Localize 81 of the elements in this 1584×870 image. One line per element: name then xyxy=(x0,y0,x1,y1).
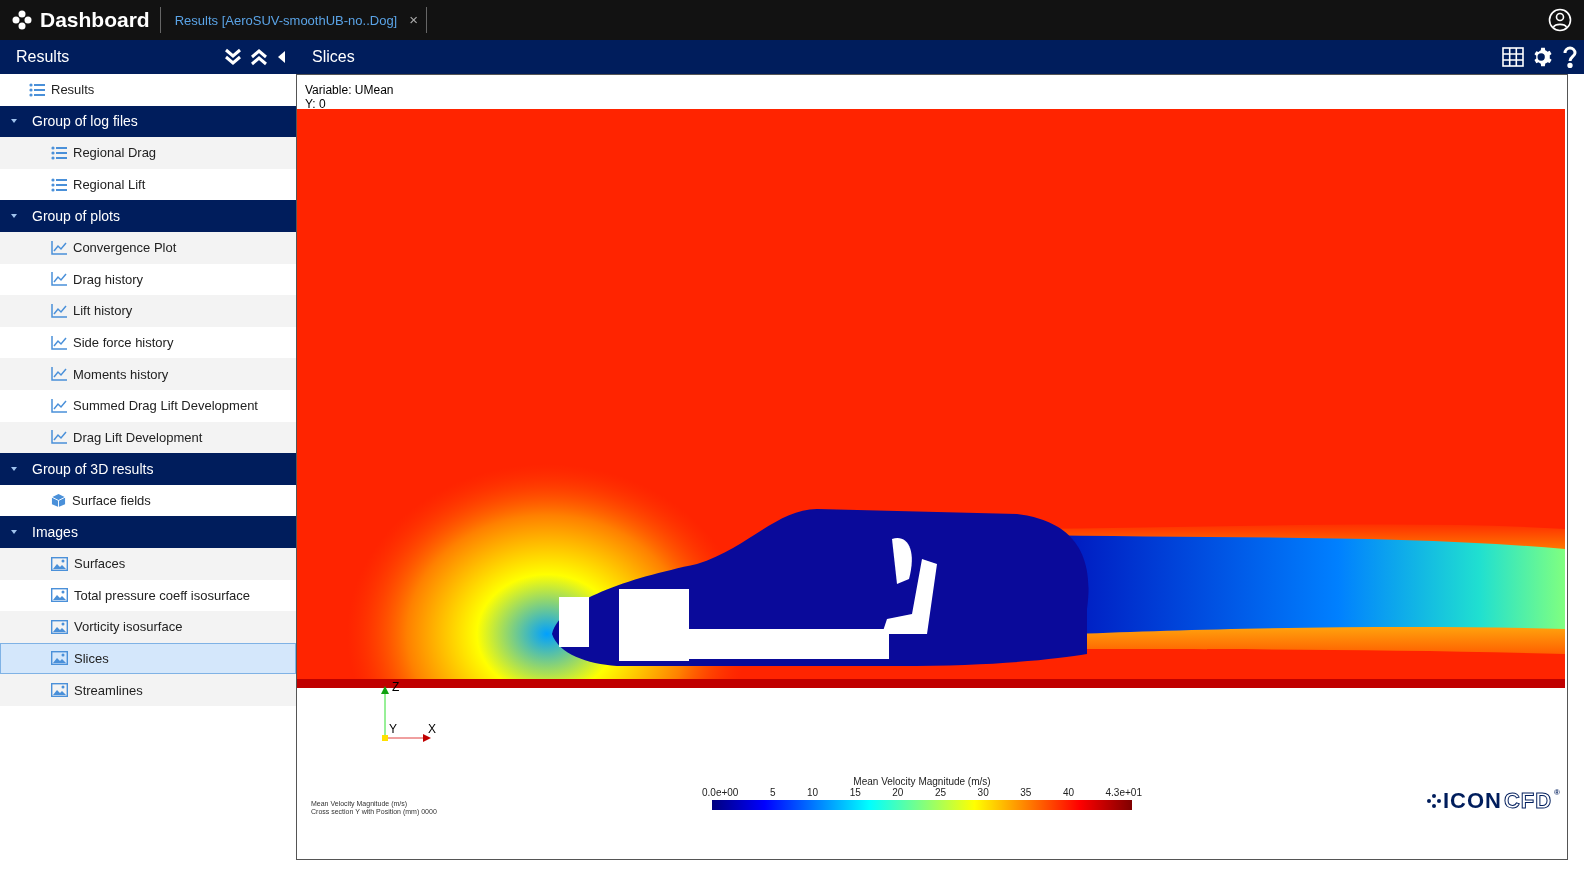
logo-text: ICON xyxy=(1442,788,1502,814)
settings-button[interactable] xyxy=(1532,46,1554,68)
item-label: Convergence Plot xyxy=(73,240,177,256)
cube-icon xyxy=(51,493,66,508)
group-label: Group of log files xyxy=(32,113,138,130)
image-icon xyxy=(51,556,68,571)
item-label: Slices xyxy=(74,651,109,666)
line-chart-icon xyxy=(51,430,67,445)
tree-item[interactable]: Streamlines xyxy=(0,674,296,706)
colorbar-tick-label: 10 xyxy=(807,787,819,798)
image-icon xyxy=(51,588,68,603)
logo-text: CFD xyxy=(1503,788,1553,814)
table-button[interactable] xyxy=(1502,47,1524,67)
tree-item[interactable]: Lift history xyxy=(0,295,296,327)
colorbar-tick-label: 35 xyxy=(1020,787,1032,798)
group-label: Images xyxy=(32,524,78,541)
line-chart-icon xyxy=(51,335,67,350)
item-label: Side force history xyxy=(73,335,174,351)
logo-icon xyxy=(1426,794,1441,808)
tree-item[interactable]: Regional Drag xyxy=(0,137,296,169)
expand-all-button[interactable] xyxy=(223,47,243,67)
user-account-button[interactable] xyxy=(1548,8,1572,32)
tree-item[interactable]: Drag Lift Development xyxy=(0,421,296,454)
group-header[interactable]: Images xyxy=(0,516,296,548)
item-label: Total pressure coeff isosurface xyxy=(74,587,251,603)
colorbar-tick-label: 25 xyxy=(934,787,947,798)
tree-item[interactable]: Surfaces xyxy=(0,547,296,580)
item-label: Regional Drag xyxy=(73,145,157,161)
image-icon xyxy=(51,651,68,666)
tree-item[interactable]: Convergence Plot xyxy=(0,231,296,264)
item-label: Regional Lift xyxy=(73,177,146,193)
line-chart-icon xyxy=(51,398,67,413)
group-header[interactable]: Group of log files xyxy=(0,105,296,138)
item-label: Moments history xyxy=(73,366,169,382)
list-icon xyxy=(51,146,67,160)
item-label: Surfaces xyxy=(74,556,126,572)
variable-label: Variable: UMean xyxy=(305,83,395,97)
axis-label: X xyxy=(428,722,436,736)
logo-icon xyxy=(12,10,32,30)
results-tab[interactable]: Results [AeroSUV-smoothUB-no..Dog] xyxy=(174,12,398,28)
item-label: Drag Lift Development xyxy=(73,429,203,445)
panel-title: Results xyxy=(16,48,71,66)
caret-icon xyxy=(10,464,18,473)
image-icon xyxy=(51,619,68,634)
item-label: Vorticity isosurface xyxy=(74,619,183,635)
colorbar-tick-label: 5 xyxy=(769,787,776,798)
list-icon xyxy=(29,82,45,97)
list-icon xyxy=(51,177,67,192)
close-tab-button[interactable]: × xyxy=(401,7,427,33)
colorbar-tick-label: 0.0e+00 xyxy=(702,787,739,798)
help-button[interactable] xyxy=(1562,46,1578,68)
collapse-all-button[interactable] xyxy=(249,47,269,67)
group-label: Group of 3D results xyxy=(32,460,154,477)
view-title: Slices xyxy=(312,48,356,66)
group-label: Group of plots xyxy=(32,208,120,225)
line-chart-icon xyxy=(51,303,67,318)
registered-mark: ® xyxy=(1554,788,1561,797)
tree-item[interactable]: Vorticity isosurface xyxy=(0,611,296,643)
item-label: Lift history xyxy=(73,303,133,319)
item-label: Summed Drag Lift Development xyxy=(73,398,258,414)
item-label: Drag history xyxy=(73,271,144,287)
position-label: Y: 0 xyxy=(305,97,327,111)
tree-item[interactable]: Moments history xyxy=(0,358,296,390)
tree-item[interactable]: Slices xyxy=(0,642,296,675)
colorbar-tick-label: 15 xyxy=(849,787,861,798)
item-label: Streamlines xyxy=(74,682,143,698)
line-chart-icon xyxy=(51,367,67,382)
colorbar-tick-label: 40 xyxy=(1062,787,1074,798)
colorbar-tick-label: 30 xyxy=(977,787,989,798)
axis-label: Y xyxy=(389,722,397,736)
line-chart-icon xyxy=(51,272,67,287)
group-header[interactable]: Group of 3D results xyxy=(0,453,296,485)
item-label: Surface fields xyxy=(72,493,151,508)
colorbar-tick-label: 4.3e+01 xyxy=(1105,787,1142,798)
colorbar-title: Mean Velocity Magnitude (m/s) xyxy=(853,776,991,787)
app-title: Dashboard xyxy=(40,7,161,33)
image-icon xyxy=(51,683,68,698)
group-header[interactable]: Group of plots xyxy=(0,200,296,232)
line-chart-icon xyxy=(51,240,67,255)
item-label: Results xyxy=(51,82,95,98)
colorbar-tick-label: 20 xyxy=(892,787,904,798)
